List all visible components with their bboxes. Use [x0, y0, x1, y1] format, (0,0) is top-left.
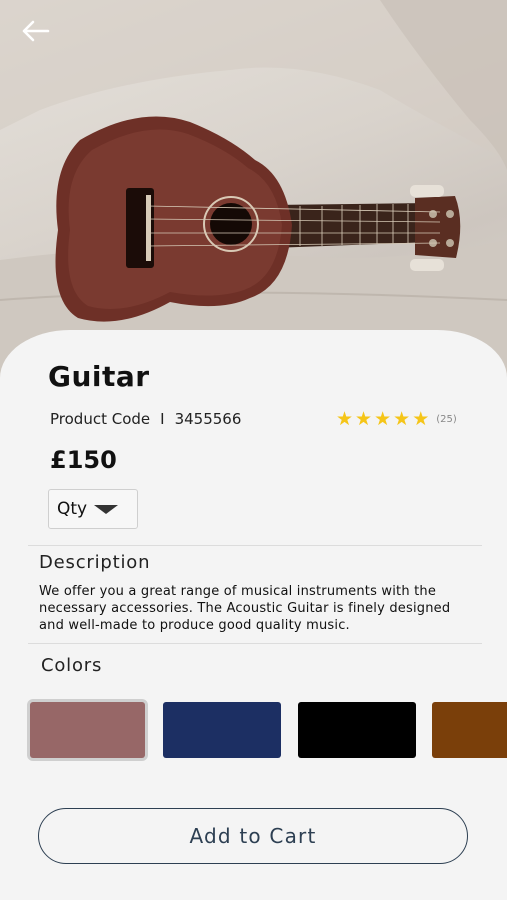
back-button[interactable] — [22, 20, 62, 56]
ukulele-photo — [0, 0, 507, 380]
product-code-label: Product Code — [50, 410, 151, 428]
description-heading: Description — [39, 552, 151, 573]
description-text: We offer you a great range of musical in… — [39, 584, 451, 633]
star-icon: ★ — [412, 408, 430, 430]
star-icon: ★ — [336, 408, 354, 430]
star-icon: ★ — [355, 408, 373, 430]
colors-heading: Colors — [41, 655, 103, 676]
product-code-separator: I — [160, 410, 165, 428]
quantity-dropdown[interactable]: Qty — [48, 489, 138, 529]
quantity-label: Qty — [57, 499, 88, 519]
arrow-left-icon — [22, 20, 50, 42]
color-swatch-dusty-rose[interactable] — [30, 702, 145, 758]
product-code-value: 3455566 — [174, 410, 242, 428]
add-to-cart-button[interactable]: Add to Cart — [38, 808, 468, 864]
color-swatch-brown[interactable] — [432, 702, 507, 758]
star-icon: ★ — [374, 408, 392, 430]
color-swatch-black[interactable] — [298, 702, 416, 758]
product-code: Product Code I 3455566 — [50, 410, 241, 428]
divider — [28, 545, 482, 546]
rating-count: (25) — [436, 413, 457, 425]
divider — [28, 643, 482, 644]
caret-down-icon — [94, 505, 119, 514]
color-swatch-navy[interactable] — [163, 702, 281, 758]
product-title: Guitar — [48, 360, 150, 393]
product-rating: ★ ★ ★ ★ ★ (25) — [336, 409, 457, 429]
product-price: £150 — [50, 446, 117, 474]
product-hero-image — [0, 0, 507, 380]
product-details-card: Guitar Product Code I 3455566 ★ ★ ★ ★ ★ … — [0, 330, 507, 900]
star-icon: ★ — [393, 408, 411, 430]
